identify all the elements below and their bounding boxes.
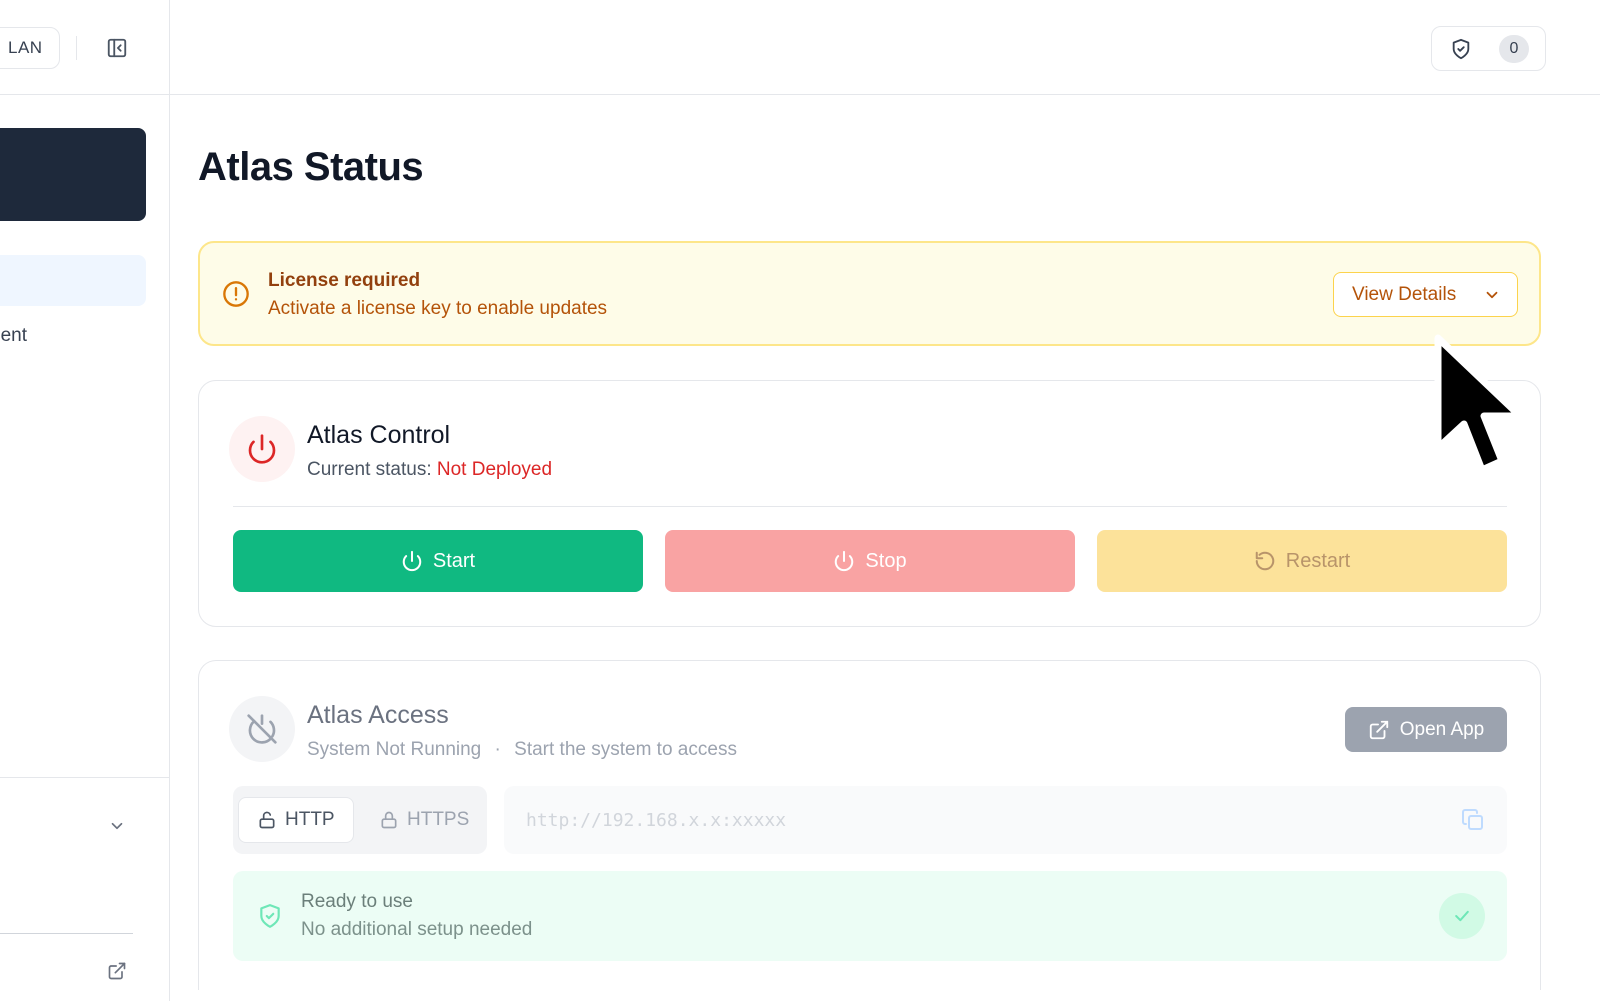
protocol-http-option[interactable]: HTTP — [238, 797, 354, 843]
security-count-badge: 0 — [1499, 35, 1529, 63]
protocol-https-option[interactable]: HTTPS — [361, 797, 481, 843]
sidebar-item-active[interactable]: r — [0, 128, 146, 221]
lock-open-icon — [259, 811, 275, 829]
alert-message: Activate a license key to enable updates — [268, 298, 608, 319]
view-details-button[interactable]: View Details — [1333, 272, 1518, 317]
sidebar-expand-button[interactable] — [106, 815, 128, 837]
protocol-toggle: HTTP HTTPS — [233, 786, 487, 854]
chevron-down-icon — [1486, 291, 1498, 299]
open-app-button[interactable]: Open App — [1345, 707, 1507, 752]
license-alert: License required Activate a license key … — [198, 241, 1541, 346]
access-status: System Not Running · Start the system to… — [307, 739, 737, 761]
alert-circle-icon — [223, 281, 249, 307]
sidebar-item[interactable]: nent — [0, 325, 27, 347]
power-off-icon — [247, 714, 277, 744]
external-link-icon — [108, 962, 126, 980]
open-app-label: Open App — [1399, 718, 1485, 740]
sidebar: LAN r nent — [0, 0, 170, 1001]
access-status-text: System Not Running — [307, 739, 482, 760]
restart-button[interactable]: Restart — [1097, 530, 1507, 592]
sidebar-header: LAN — [0, 0, 170, 95]
panel-collapse-icon — [107, 38, 127, 58]
access-separator: · — [494, 739, 501, 760]
control-title: Atlas Control — [307, 421, 451, 449]
sidebar-external-link-button[interactable] — [106, 960, 128, 982]
sidebar-collapse-button[interactable] — [104, 35, 130, 61]
sidebar-header-divider — [76, 36, 77, 60]
stop-label: Stop — [865, 549, 907, 572]
rotate-ccw-icon — [1255, 551, 1275, 571]
shield-check-icon — [260, 904, 280, 928]
atlas-control-card: Atlas Control Current status: Not Deploy… — [198, 380, 1541, 627]
restart-label: Restart — [1285, 549, 1351, 572]
security-status-button[interactable]: 0 — [1431, 26, 1546, 71]
power-icon — [402, 550, 422, 572]
card-divider — [233, 506, 1507, 507]
page-title: Atlas Status — [198, 145, 424, 189]
access-title: Atlas Access — [307, 701, 449, 729]
external-link-icon — [1369, 720, 1388, 739]
sidebar-item-highlighted[interactable] — [0, 255, 146, 306]
start-button[interactable]: Start — [233, 530, 643, 592]
chevron-down-icon — [111, 822, 123, 830]
protocol-https-label: HTTPS — [407, 809, 470, 830]
ready-status-box: Ready to use No additional setup needed — [233, 871, 1507, 961]
sidebar-divider — [0, 777, 170, 778]
copy-icon[interactable] — [1461, 808, 1485, 832]
ready-title: Ready to use — [301, 891, 413, 912]
start-label: Start — [432, 549, 476, 572]
atlas-access-card: Atlas Access System Not Running · Start … — [198, 660, 1541, 990]
ready-message: No additional setup needed — [301, 919, 533, 940]
sidebar-divider-bottom — [0, 933, 133, 934]
power-icon — [835, 550, 854, 572]
control-status: Current status: Not Deployed — [307, 459, 552, 481]
access-status-indicator — [229, 696, 295, 762]
sidebar-item-label: nent — [0, 325, 27, 346]
status-prefix: Current status: — [307, 459, 432, 480]
power-icon — [248, 434, 276, 464]
access-hint: Start the system to access — [514, 739, 737, 760]
alert-title: License required — [268, 270, 421, 291]
check-icon — [1455, 910, 1469, 922]
view-details-label: View Details — [1352, 283, 1457, 305]
ready-check-indicator — [1439, 893, 1485, 939]
stop-button[interactable]: Stop — [665, 530, 1075, 592]
network-mode-badge[interactable]: LAN — [0, 27, 60, 69]
power-status-indicator — [229, 416, 295, 482]
status-value: Not Deployed — [436, 459, 553, 480]
access-url-placeholder: http://192.168.x.x:xxxxx — [526, 809, 787, 831]
protocol-http-label: HTTP — [285, 809, 335, 830]
access-url-field[interactable]: http://192.168.x.x:xxxxx — [504, 786, 1507, 854]
shield-check-icon — [1452, 38, 1470, 60]
lock-icon — [381, 811, 397, 829]
top-header: 0 — [170, 0, 1600, 95]
